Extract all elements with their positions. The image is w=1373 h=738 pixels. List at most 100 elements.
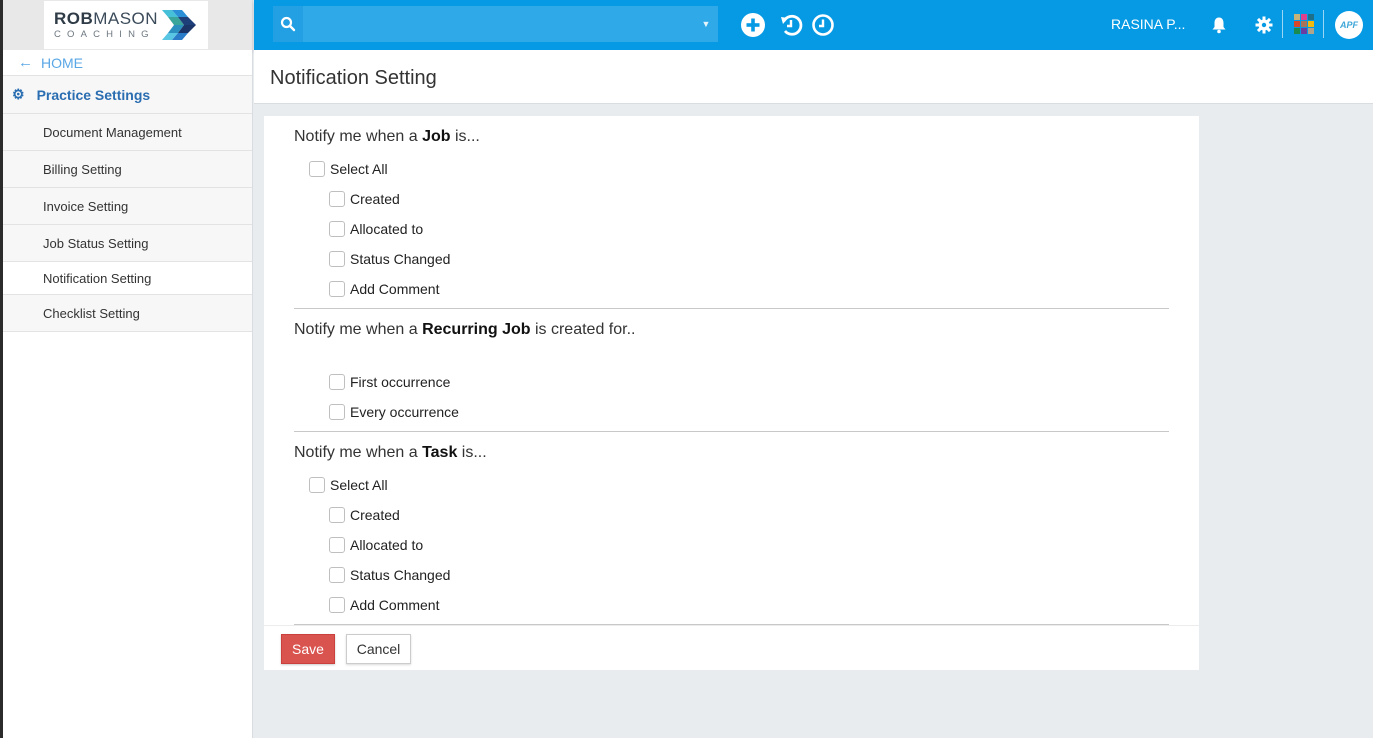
checkbox-label: Allocated to — [350, 537, 424, 553]
home-link-label: HOME — [41, 54, 83, 71]
task-select-all-checkbox[interactable]: Select All — [309, 477, 388, 493]
checkbox-label: Created — [350, 507, 400, 523]
checkbox[interactable] — [309, 477, 325, 493]
home-link[interactable]: ← HOME — [0, 50, 252, 76]
avatar[interactable]: APF — [1335, 11, 1363, 39]
apps-grid-icon[interactable] — [1294, 14, 1314, 34]
checkbox-label: First occurrence — [350, 374, 451, 390]
checkbox[interactable] — [329, 404, 345, 420]
sidebar-item-invoice-setting[interactable]: Invoice Setting — [0, 188, 252, 225]
task-allocated-checkbox[interactable]: Allocated to — [329, 537, 423, 553]
heading-bold: Job — [422, 128, 451, 145]
checkbox[interactable] — [329, 537, 345, 553]
section-heading-recurring-job: Notify me when a Recurring Job is create… — [294, 321, 635, 339]
logo-rest-text: MASON — [93, 9, 159, 29]
search-input[interactable] — [303, 6, 694, 42]
apps-grid-swatch — [1301, 21, 1307, 27]
apps-grid-swatch — [1301, 28, 1307, 34]
practice-settings-label: Practice Settings — [36, 86, 151, 103]
checkbox-label: Select All — [330, 477, 388, 493]
job-status-changed-checkbox[interactable]: Status Changed — [329, 251, 450, 267]
cancel-button[interactable]: Cancel — [346, 634, 411, 664]
checkbox[interactable] — [309, 161, 325, 177]
sidebar-item-label: Job Status Setting — [43, 235, 149, 251]
heading-suffix: is... — [450, 128, 480, 145]
checkbox[interactable] — [329, 597, 345, 613]
top-header: ▼ RASINA P... APF — [254, 0, 1373, 50]
arrow-left-icon: ← — [18, 54, 33, 71]
page-title: Notification Setting — [270, 67, 437, 89]
sidebar-item-document-management[interactable]: Document Management — [0, 114, 252, 151]
sidebar-item-label: Document Management — [43, 124, 182, 140]
checkbox-label: Created — [350, 191, 400, 207]
heading-bold: Recurring Job — [422, 321, 531, 338]
notification-settings-panel: Notify me when a Job is... Select All Cr… — [264, 116, 1199, 670]
job-add-comment-checkbox[interactable]: Add Comment — [329, 281, 439, 297]
page-title-bar: Notification Setting — [254, 50, 1373, 104]
sidebar-item-checklist-setting[interactable]: Checklist Setting — [0, 295, 252, 332]
heading-prefix: Notify me when a — [294, 128, 423, 145]
checkbox[interactable] — [329, 567, 345, 583]
apps-grid-swatch — [1308, 28, 1314, 34]
header-divider — [1282, 10, 1283, 38]
heading-prefix: Notify me when a — [294, 444, 423, 461]
search-icon[interactable] — [273, 6, 303, 42]
user-name[interactable]: RASINA P... — [1111, 16, 1185, 32]
recurring-first-occurrence-checkbox[interactable]: First occurrence — [329, 374, 450, 390]
practice-settings-header[interactable]: ⚙ Practice Settings — [0, 76, 252, 114]
sidebar-item-label: Invoice Setting — [43, 198, 129, 214]
task-add-comment-checkbox[interactable]: Add Comment — [329, 597, 439, 613]
section-divider — [294, 431, 1169, 432]
checkbox[interactable] — [329, 281, 345, 297]
checkbox-label: Allocated to — [350, 221, 424, 237]
heading-suffix: is created for.. — [530, 321, 636, 338]
checkbox[interactable] — [329, 221, 345, 237]
checkbox-label: Status Changed — [350, 567, 451, 583]
apps-grid-swatch — [1294, 28, 1300, 34]
avatar-text: APF — [1340, 20, 1358, 30]
checkbox[interactable] — [329, 507, 345, 523]
job-created-checkbox[interactable]: Created — [329, 191, 400, 207]
recurring-every-occurrence-checkbox[interactable]: Every occurrence — [329, 404, 459, 420]
heading-prefix: Notify me when a — [294, 321, 423, 338]
clock-icon[interactable] — [810, 12, 836, 38]
checkbox-label: Add Comment — [350, 281, 440, 297]
logo-bold-text: ROB — [53, 9, 94, 29]
checkbox[interactable] — [329, 191, 345, 207]
add-circle-icon[interactable] — [740, 12, 766, 38]
sidebar-item-label: Billing Setting — [43, 161, 122, 177]
bell-icon[interactable] — [1206, 12, 1232, 38]
brand-logo[interactable]: ROBMASON COACHING — [44, 1, 208, 49]
sidebar-item-job-status-setting[interactable]: Job Status Setting — [0, 225, 252, 262]
gear-icon[interactable] — [1251, 12, 1277, 38]
checkbox-label: Status Changed — [350, 251, 451, 267]
job-allocated-checkbox[interactable]: Allocated to — [329, 221, 423, 237]
section-heading-task: Notify me when a Task is... — [294, 444, 487, 462]
task-status-changed-checkbox[interactable]: Status Changed — [329, 567, 450, 583]
history-icon[interactable] — [778, 12, 804, 38]
checkbox[interactable] — [329, 251, 345, 267]
save-button[interactable]: Save — [281, 634, 335, 664]
gear-icon: ⚙ — [12, 86, 25, 102]
sidebar-item-billing-setting[interactable]: Billing Setting — [0, 151, 252, 188]
job-select-all-checkbox[interactable]: Select All — [309, 161, 388, 177]
apps-grid-swatch — [1294, 21, 1300, 27]
sidebar-item-label: Checklist Setting — [43, 305, 140, 321]
logo-subtitle: COACHING — [53, 29, 155, 41]
task-created-checkbox[interactable]: Created — [329, 507, 400, 523]
apps-grid-swatch — [1308, 14, 1314, 20]
section-divider — [294, 308, 1169, 309]
window-edge — [0, 0, 3, 738]
heading-bold: Task — [422, 444, 458, 461]
global-search[interactable]: ▼ — [273, 6, 718, 42]
heading-suffix: is... — [457, 444, 487, 461]
checkbox[interactable] — [329, 374, 345, 390]
section-heading-job: Notify me when a Job is... — [294, 128, 480, 146]
sidebar-item-label: Notification Setting — [43, 270, 152, 286]
sidebar-item-notification-setting[interactable]: Notification Setting — [0, 262, 252, 295]
logo-area: ROBMASON COACHING — [0, 0, 252, 50]
logo-chevron-icon — [162, 10, 197, 40]
apps-grid-swatch — [1308, 21, 1314, 27]
checkbox-label: Every occurrence — [350, 404, 459, 420]
dropdown-caret-icon[interactable]: ▼ — [694, 19, 718, 29]
